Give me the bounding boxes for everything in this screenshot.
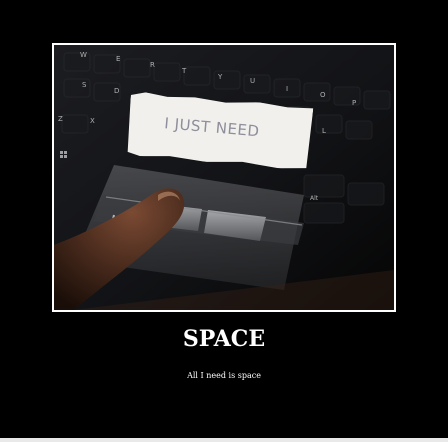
poster-title: SPACE [182, 326, 266, 352]
key-letter: X [90, 117, 95, 125]
key-letter: Alt [310, 195, 319, 202]
key-letter: T [182, 67, 187, 75]
key-letter: S [82, 81, 87, 89]
key-letter: I [286, 85, 289, 93]
photo-keyboard-finger [54, 45, 394, 310]
bottom-border [0, 438, 448, 442]
key-letter: P [352, 99, 357, 107]
note-text: I JUST NEED [163, 114, 261, 141]
key-letter: L [322, 127, 326, 135]
key-letter: Z [58, 115, 63, 123]
key-letter: R [150, 61, 155, 69]
poster-subtitle: All I need is space [187, 371, 261, 380]
key-letter: U [250, 77, 256, 85]
key-letter: E [116, 55, 121, 63]
key-letter: O [320, 91, 326, 99]
poster-frame: W E R T Y U I O P S D G L Z X Alt I JUST… [52, 43, 396, 312]
key-letter: D [114, 87, 120, 95]
key-letter: W [80, 51, 87, 59]
key-letter: Y [218, 73, 223, 81]
